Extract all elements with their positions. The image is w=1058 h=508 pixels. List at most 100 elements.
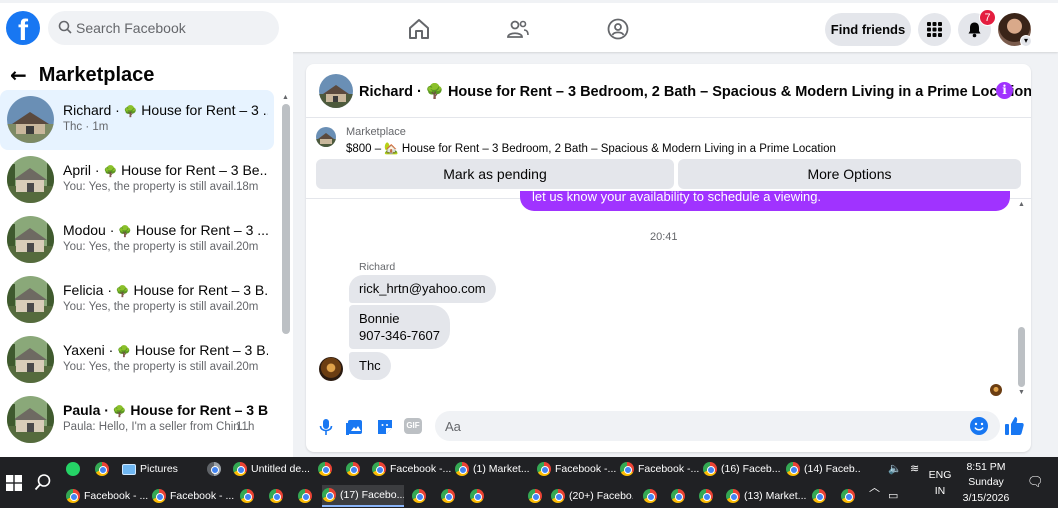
taskbar-app-16[interactable]	[812, 485, 832, 507]
conversation-item-paula[interactable]: Paula · 🌳 House for Rent – 3 Be... Paula:…	[0, 390, 274, 450]
tree-emoji-icon: 🌳	[103, 166, 118, 178]
outgoing-message-bubble[interactable]: let us know your availability to schedul…	[520, 191, 1010, 211]
taskbar-app-11[interactable]: (20+) Facebo...	[551, 485, 633, 507]
taskbar-app-9[interactable]	[470, 485, 490, 507]
chrome-icon	[66, 489, 80, 503]
menu-button[interactable]	[918, 13, 951, 46]
language-indicator[interactable]: ENG	[928, 469, 952, 481]
conversation-time: 11h	[236, 421, 255, 433]
notification-center-icon[interactable]: 🗨	[1027, 474, 1044, 490]
conversation-thumbnail	[7, 396, 54, 443]
taskbar-app-8[interactable]: Facebook -...	[372, 458, 452, 480]
message-input[interactable]	[435, 411, 1000, 441]
conversation-listing-title: House for Rent – 3 Be...	[121, 162, 268, 178]
incoming-message-bubble[interactable]: Thc	[349, 352, 391, 380]
chat-title[interactable]: Richard · 🌳 House for Rent – 3 Bedroom, …	[359, 83, 1031, 100]
sticker-icon[interactable]	[375, 417, 395, 437]
taskbar-app-3[interactable]	[240, 485, 260, 507]
panel-title: Marketplace	[38, 63, 155, 86]
conversation-item-modou[interactable]: Modou · 🌳 House for Rent – 3 ... You: Yes…	[0, 210, 274, 270]
info-icon[interactable]: i	[996, 82, 1013, 99]
emoji-icon[interactable]	[970, 417, 988, 435]
taskbar-app-2[interactable]: Facebook - ...	[152, 485, 234, 507]
home-icon[interactable]	[407, 17, 431, 41]
taskbar-app-12[interactable]: (16) Faceb...	[703, 458, 783, 480]
conversation-time: 20m	[236, 301, 259, 313]
taskbar-app-1[interactable]: Facebook - ...	[66, 485, 148, 507]
clock-date[interactable]: 3/15/2026	[955, 492, 1017, 504]
conversation-item-felicia[interactable]: Felicia · 🌳 House for Rent – 3 B... You: …	[0, 270, 274, 330]
wifi-icon[interactable]: ≋	[910, 462, 919, 475]
windows-start-icon[interactable]	[6, 475, 22, 491]
thumbs-up-icon[interactable]	[1003, 415, 1025, 437]
taskbar-app-10[interactable]	[528, 485, 548, 507]
find-friends-button[interactable]: Find friends	[825, 13, 911, 46]
taskbar-app-label: (17) Facebo...	[340, 489, 404, 501]
clock-day[interactable]: Sunday	[955, 476, 1017, 488]
tray-chevron-up-icon[interactable]: ︿	[869, 479, 880, 495]
volume-icon[interactable]: 🔈	[888, 462, 902, 475]
battery-icon[interactable]: ▭	[888, 489, 898, 502]
taskbar-app-2[interactable]	[95, 458, 115, 480]
conversation-name: Felicia	[63, 282, 104, 298]
taskbar-app-4[interactable]	[207, 458, 227, 480]
chevron-down-icon[interactable]: ▾	[1020, 35, 1032, 47]
taskbar-app-7[interactable]	[412, 485, 432, 507]
chrome-icon	[455, 462, 469, 476]
incoming-message-bubble[interactable]: rick_hrtn@yahoo.com	[349, 275, 496, 303]
chrome-icon	[412, 489, 426, 503]
keyboard-layout-indicator[interactable]: IN	[928, 485, 952, 497]
taskbar-app-6[interactable]: (17) Facebo...	[322, 485, 404, 507]
more-options-button[interactable]: More Options	[678, 159, 1021, 189]
taskbar-app-15[interactable]: (13) Market...	[726, 485, 808, 507]
taskbar-app-7[interactable]	[346, 458, 366, 480]
microphone-icon[interactable]	[316, 417, 336, 437]
taskbar-app-6[interactable]	[318, 458, 338, 480]
conversation-thumbnail	[7, 216, 54, 263]
clock-time[interactable]: 8:51 PM	[955, 461, 1017, 473]
taskbar-app-11[interactable]: Facebook -...	[620, 458, 700, 480]
taskbar-app-14[interactable]	[699, 485, 719, 507]
taskbar-app-17[interactable]	[841, 485, 861, 507]
message-thread-scrollbar[interactable]	[1018, 327, 1025, 387]
incoming-message-bubble[interactable]: Bonnie 907-346-7607	[349, 305, 450, 349]
taskbar-app-9[interactable]: (1) Market...	[455, 458, 535, 480]
taskbar-app-5[interactable]	[298, 485, 318, 507]
conversation-name: Modou	[63, 222, 106, 238]
taskbar-app-3[interactable]: Pictures	[122, 458, 202, 480]
facebook-logo[interactable]: f	[6, 11, 40, 45]
taskbar-app-1[interactable]	[66, 458, 86, 480]
gif-icon[interactable]: GIF	[404, 418, 422, 434]
listing-thumbnail[interactable]	[316, 127, 336, 147]
scroll-up-arrow-icon[interactable]: ▲	[282, 94, 289, 101]
groups-icon[interactable]	[606, 17, 630, 41]
taskbar-app-13[interactable]: (14) Faceb...	[786, 458, 861, 480]
search-input[interactable]	[76, 11, 272, 45]
friends-icon[interactable]	[506, 17, 530, 41]
taskbar-app-4[interactable]	[269, 485, 289, 507]
taskbar-app-8[interactable]	[441, 485, 461, 507]
conversation-list-scrollbar[interactable]	[282, 104, 290, 334]
listing-description[interactable]: $800 – 🏡 House for Rent – 3 Bedroom, 2 B…	[346, 141, 836, 155]
bell-icon	[968, 22, 981, 38]
taskbar-app-5[interactable]: Untitled de...	[233, 458, 313, 480]
chrome-icon	[269, 489, 283, 503]
conversation-listing-title: House for Rent – 3 ...	[141, 102, 268, 118]
back-arrow-icon[interactable]: ←	[10, 63, 27, 87]
scroll-up-arrow-icon[interactable]: ▲	[1018, 201, 1025, 208]
taskbar-app-12[interactable]	[643, 485, 663, 507]
photo-icon[interactable]	[345, 417, 365, 437]
conversation-item-yaxeni[interactable]: Yaxeni · 🌳 House for Rent – 3 B... You: Y…	[0, 330, 274, 390]
scroll-down-arrow-icon[interactable]: ▼	[1018, 389, 1025, 396]
taskbar-app-10[interactable]: Facebook -...	[537, 458, 617, 480]
taskbar-search-icon[interactable]	[34, 473, 52, 491]
chrome-icon	[95, 462, 109, 476]
taskbar-app-13[interactable]	[671, 485, 691, 507]
listing-avatar[interactable]	[319, 74, 353, 108]
conversation-item-april[interactable]: April · 🌳 House for Rent – 3 Be... You: Y…	[0, 150, 274, 210]
mark-as-pending-button[interactable]: Mark as pending	[316, 159, 674, 189]
conversation-item-richard[interactable]: Richard · 🌳 House for Rent – 3 ... Thc · …	[0, 90, 274, 150]
chrome-icon	[152, 489, 166, 503]
conversation-time: 20m	[236, 361, 259, 373]
sender-avatar[interactable]	[319, 357, 343, 381]
